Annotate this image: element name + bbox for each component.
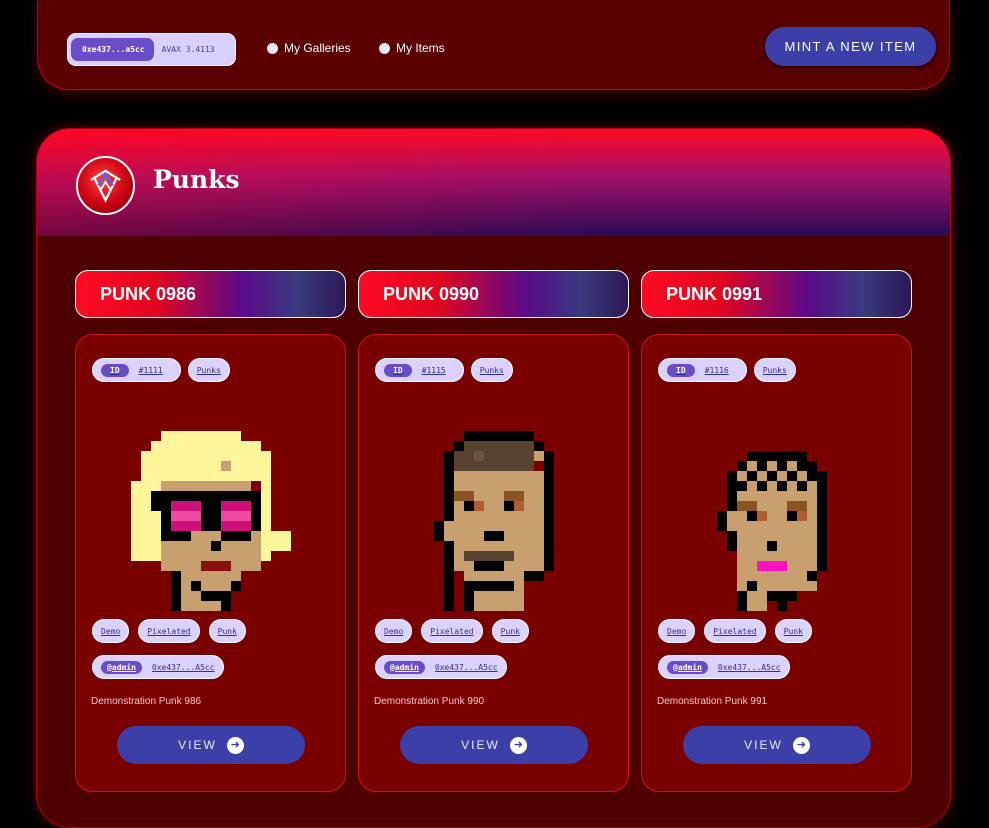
tag-demo[interactable]: Demo <box>658 619 696 643</box>
item-title-pill[interactable]: PUNK 0991 <box>641 270 912 318</box>
collection-tag[interactable]: Punks <box>470 358 513 382</box>
tag-pixelated[interactable]: Pixelated <box>704 619 766 643</box>
view-button[interactable]: VIEW ➜ <box>400 726 588 764</box>
owner-badge[interactable]: @admin 0xe437...A5cc <box>92 655 224 679</box>
gallery-panel: Punks PUNK 0986 ID #1111 Punks Demo Pixe… <box>36 128 951 828</box>
view-button[interactable]: VIEW ➜ <box>683 726 871 764</box>
item-card: ID #1116 Punks Demo Pixelated Punk @admi… <box>641 334 912 792</box>
mint-new-item-button[interactable]: MINT A NEW ITEM <box>765 27 936 66</box>
nav-my-galleries[interactable]: My Galleries <box>267 41 351 55</box>
punk-image <box>697 430 857 612</box>
gallery-title: Punks <box>153 165 240 194</box>
owner-address: 0xe437...A5cc <box>151 662 215 672</box>
item-title-pill[interactable]: PUNK 0990 <box>358 270 629 318</box>
tag-punk[interactable]: Punk <box>491 619 529 643</box>
item-title: PUNK 0986 <box>100 283 197 304</box>
item-id-value: #1111 <box>138 365 163 375</box>
item-id-badge[interactable]: ID #1111 <box>92 358 181 382</box>
tag-pixelated[interactable]: Pixelated <box>421 619 483 643</box>
id-chip: ID <box>101 363 129 377</box>
collection-tag[interactable]: Punks <box>753 358 796 382</box>
tag-punk[interactable]: Punk <box>208 619 246 643</box>
item-id-value: #1116 <box>704 365 729 375</box>
item-title: PUNK 0990 <box>383 283 480 304</box>
owner-handle: @admin <box>384 660 425 674</box>
gallery-logo-icon <box>76 156 135 215</box>
item-card: ID #1115 Punks Demo Pixelated Punk @admi… <box>358 334 629 792</box>
item-card: ID #1111 Punks Demo Pixelated Punk @admi… <box>75 334 346 792</box>
owner-badge[interactable]: @admin 0xe437...A5cc <box>658 655 790 679</box>
nav-my-items[interactable]: My Items <box>379 41 445 55</box>
radio-icon[interactable] <box>379 42 390 54</box>
item-description: Demonstration Punk 991 <box>657 696 768 707</box>
wallet-balance: AVAX 3.4113 <box>161 45 215 54</box>
tag-demo[interactable]: Demo <box>375 619 413 643</box>
id-chip: ID <box>667 363 695 377</box>
tag-punk[interactable]: Punk <box>774 619 812 643</box>
item-id-badge[interactable]: ID #1115 <box>375 358 464 382</box>
item-title-pill[interactable]: PUNK 0986 <box>75 270 346 318</box>
item-description: Demonstration Punk 990 <box>374 696 485 707</box>
owner-handle: @admin <box>667 660 708 674</box>
view-button[interactable]: VIEW ➜ <box>117 726 305 764</box>
view-label: VIEW <box>461 738 500 752</box>
collection-tag[interactable]: Punks <box>187 358 230 382</box>
id-chip: ID <box>384 363 412 377</box>
arrow-right-icon: ➜ <box>226 736 244 754</box>
nav-my-items-label: My Items <box>396 41 445 55</box>
tag-demo[interactable]: Demo <box>92 619 130 643</box>
punk-image <box>131 430 291 612</box>
view-label: VIEW <box>178 738 217 752</box>
owner-badge[interactable]: @admin 0xe437...A5cc <box>375 655 507 679</box>
radio-icon[interactable] <box>267 42 278 54</box>
punk-image <box>414 430 574 612</box>
nav-my-galleries-label: My Galleries <box>284 41 351 55</box>
arrow-right-icon: ➜ <box>509 736 527 754</box>
owner-handle: @admin <box>101 660 142 674</box>
wallet-badge[interactable]: 0xe437...a5cc AVAX 3.4113 <box>67 33 236 66</box>
tag-pixelated[interactable]: Pixelated <box>138 619 200 643</box>
arrow-right-icon: ➜ <box>792 736 810 754</box>
view-label: VIEW <box>744 738 783 752</box>
item-description: Demonstration Punk 986 <box>91 696 202 707</box>
item-id-badge[interactable]: ID #1116 <box>658 358 747 382</box>
owner-address: 0xe437...A5cc <box>434 662 498 672</box>
top-bar: 0xe437...a5cc AVAX 3.4113 My Galleries M… <box>37 0 950 90</box>
owner-address: 0xe437...A5cc <box>717 662 781 672</box>
item-id-value: #1115 <box>421 365 446 375</box>
item-title: PUNK 0991 <box>666 283 763 304</box>
wallet-address: 0xe437...a5cc <box>71 38 154 61</box>
